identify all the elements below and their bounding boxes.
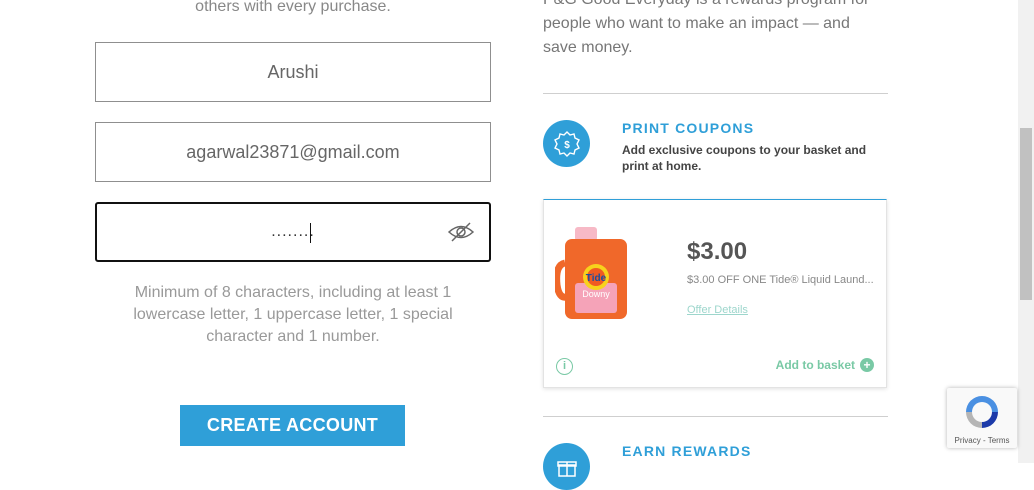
program-description: P&G Good Everyday is a rewards program f…: [543, 0, 869, 56]
text-caret: [310, 223, 311, 243]
create-account-button[interactable]: CREATE ACCOUNT: [180, 405, 405, 446]
offer-details-link[interactable]: Offer Details: [687, 304, 748, 316]
scrollbar-thumb[interactable]: [1020, 128, 1032, 300]
divider: [543, 416, 888, 417]
tide-brand-text: Tide: [586, 273, 607, 284]
plus-icon: +: [860, 358, 874, 372]
downy-brand-text: Downy: [582, 289, 610, 299]
svg-text:$: $: [564, 140, 570, 151]
first-name-field[interactable]: [95, 42, 491, 102]
page-scrollbar[interactable]: [1018, 0, 1034, 463]
recaptcha-links[interactable]: Privacy - Terms: [947, 436, 1017, 445]
password-field[interactable]: [95, 202, 491, 262]
dollar-badge-icon: $: [543, 120, 590, 167]
password-hint: Minimum of 8 characters, including at le…: [133, 284, 453, 345]
email-input[interactable]: [96, 123, 490, 181]
recaptcha-logo-icon: [966, 396, 998, 428]
earn-rewards-title: EARN REWARDS: [622, 443, 752, 459]
info-icon[interactable]: i: [556, 358, 573, 375]
divider: [543, 93, 888, 94]
coupon-card: Tide Downy $3.00 $3.00 OFF ONE Tide® Liq…: [543, 199, 887, 388]
print-coupons-description: Add exclusive coupons to your basket and…: [622, 143, 867, 173]
password-input[interactable]: [97, 204, 489, 260]
hide-password-icon[interactable]: [447, 220, 475, 244]
gift-icon: [543, 443, 590, 490]
add-to-basket-label: Add to basket: [775, 358, 855, 372]
coupon-description: $3.00 OFF ONE Tide® Liquid Laund...: [687, 274, 874, 286]
tide-product-image: Tide Downy: [553, 225, 635, 320]
first-name-input[interactable]: [96, 43, 490, 101]
intro-text: others with every purchase.: [195, 0, 391, 15]
print-coupons-title: PRINT COUPONS: [622, 120, 755, 136]
coupon-price: $3.00: [687, 238, 748, 265]
recaptcha-badge[interactable]: Privacy - Terms: [947, 388, 1017, 448]
email-field[interactable]: [95, 122, 491, 182]
add-to-basket-button[interactable]: Add to basket +: [776, 358, 874, 372]
